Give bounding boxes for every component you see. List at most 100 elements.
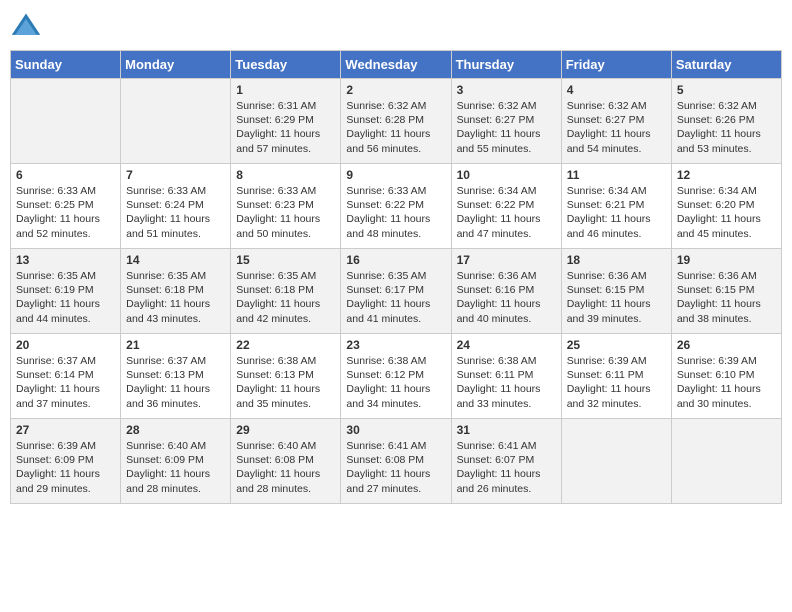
day-number: 4 xyxy=(567,83,666,97)
calendar-cell: 18 Sunrise: 6:36 AMSunset: 6:15 PMDayligh… xyxy=(561,249,671,334)
calendar-cell: 26Sunrise: 6:39 AMSunset: 6:10 PMDayligh… xyxy=(671,334,781,419)
calendar-cell: 4 Sunrise: 6:32 AMSunset: 6:27 PMDaylight… xyxy=(561,79,671,164)
cell-sun-info: Sunrise: 6:40 AMSunset: 6:08 PMDaylight:… xyxy=(236,439,335,496)
calendar-week-5: 27 Sunrise: 6:39 AMSunset: 6:09 PMDayligh… xyxy=(11,419,782,504)
calendar-cell: 20 Sunrise: 6:37 AMSunset: 6:14 PMDayligh… xyxy=(11,334,121,419)
cell-sun-info: Sunrise: 6:41 AMSunset: 6:08 PMDaylight:… xyxy=(346,439,445,496)
day-number: 5 xyxy=(677,83,776,97)
day-number: 20 xyxy=(16,338,115,352)
calendar-cell: 31Sunrise: 6:41 AMSunset: 6:07 PMDayligh… xyxy=(451,419,561,504)
calendar-cell: 19 Sunrise: 6:36 AMSunset: 6:15 PMDayligh… xyxy=(671,249,781,334)
day-number: 6 xyxy=(16,168,115,182)
day-number: 8 xyxy=(236,168,335,182)
day-number: 27 xyxy=(16,423,115,437)
day-number: 9 xyxy=(346,168,445,182)
day-number: 24 xyxy=(457,338,556,352)
day-number: 18 xyxy=(567,253,666,267)
cell-sun-info: Sunrise: 6:35 AMSunset: 6:19 PMDaylight:… xyxy=(16,269,115,326)
calendar-table: SundayMondayTuesdayWednesdayThursdayFrid… xyxy=(10,50,782,504)
cell-sun-info: Sunrise: 6:34 AMSunset: 6:20 PMDaylight:… xyxy=(677,184,776,241)
day-of-week-friday: Friday xyxy=(561,51,671,79)
day-number: 19 xyxy=(677,253,776,267)
day-number: 10 xyxy=(457,168,556,182)
day-number: 3 xyxy=(457,83,556,97)
day-number: 30 xyxy=(346,423,445,437)
day-number: 31 xyxy=(457,423,556,437)
calendar-week-1: 1Sunrise: 6:31 AMSunset: 6:29 PMDaylight… xyxy=(11,79,782,164)
day-number: 25 xyxy=(567,338,666,352)
cell-sun-info: Sunrise: 6:33 AMSunset: 6:23 PMDaylight:… xyxy=(236,184,335,241)
calendar-cell: 8 Sunrise: 6:33 AMSunset: 6:23 PMDaylight… xyxy=(231,164,341,249)
calendar-cell: 13 Sunrise: 6:35 AMSunset: 6:19 PMDayligh… xyxy=(11,249,121,334)
day-number: 23 xyxy=(346,338,445,352)
calendar-cell: 21Sunrise: 6:37 AMSunset: 6:13 PMDayligh… xyxy=(121,334,231,419)
calendar-cell: 22 Sunrise: 6:38 AMSunset: 6:13 PMDayligh… xyxy=(231,334,341,419)
calendar-cell: 14 Sunrise: 6:35 AMSunset: 6:18 PMDayligh… xyxy=(121,249,231,334)
cell-sun-info: Sunrise: 6:33 AMSunset: 6:22 PMDaylight:… xyxy=(346,184,445,241)
cell-sun-info: Sunrise: 6:35 AMSunset: 6:17 PMDaylight:… xyxy=(346,269,445,326)
day-number: 2 xyxy=(346,83,445,97)
calendar-cell: 16 Sunrise: 6:35 AMSunset: 6:17 PMDayligh… xyxy=(341,249,451,334)
calendar-week-2: 6 Sunrise: 6:33 AMSunset: 6:25 PMDaylight… xyxy=(11,164,782,249)
cell-sun-info: Sunrise: 6:37 AMSunset: 6:14 PMDaylight:… xyxy=(16,354,115,411)
cell-sun-info: Sunrise: 6:34 AMSunset: 6:22 PMDaylight:… xyxy=(457,184,556,241)
cell-sun-info: Sunrise: 6:36 AMSunset: 6:16 PMDaylight:… xyxy=(457,269,556,326)
day-of-week-tuesday: Tuesday xyxy=(231,51,341,79)
cell-sun-info: Sunrise: 6:33 AMSunset: 6:25 PMDaylight:… xyxy=(16,184,115,241)
calendar-cell: 30 Sunrise: 6:41 AMSunset: 6:08 PMDayligh… xyxy=(341,419,451,504)
day-number: 16 xyxy=(346,253,445,267)
calendar-cell: 12 Sunrise: 6:34 AMSunset: 6:20 PMDayligh… xyxy=(671,164,781,249)
page-header xyxy=(10,10,782,42)
logo-icon xyxy=(10,10,42,42)
day-of-week-saturday: Saturday xyxy=(671,51,781,79)
calendar-cell: 3 Sunrise: 6:32 AMSunset: 6:27 PMDaylight… xyxy=(451,79,561,164)
calendar-cell: 23 Sunrise: 6:38 AMSunset: 6:12 PMDayligh… xyxy=(341,334,451,419)
cell-sun-info: Sunrise: 6:35 AMSunset: 6:18 PMDaylight:… xyxy=(236,269,335,326)
calendar-cell: 10 Sunrise: 6:34 AMSunset: 6:22 PMDayligh… xyxy=(451,164,561,249)
day-number: 11 xyxy=(567,168,666,182)
calendar-header: SundayMondayTuesdayWednesdayThursdayFrid… xyxy=(11,51,782,79)
cell-sun-info: Sunrise: 6:38 AMSunset: 6:12 PMDaylight:… xyxy=(346,354,445,411)
cell-sun-info: Sunrise: 6:32 AMSunset: 6:27 PMDaylight:… xyxy=(457,99,556,156)
calendar-cell xyxy=(561,419,671,504)
cell-sun-info: Sunrise: 6:33 AMSunset: 6:24 PMDaylight:… xyxy=(126,184,225,241)
cell-sun-info: Sunrise: 6:39 AMSunset: 6:10 PMDaylight:… xyxy=(677,354,776,411)
day-number: 15 xyxy=(236,253,335,267)
calendar-cell: 29 Sunrise: 6:40 AMSunset: 6:08 PMDayligh… xyxy=(231,419,341,504)
day-number: 29 xyxy=(236,423,335,437)
calendar-week-4: 20 Sunrise: 6:37 AMSunset: 6:14 PMDayligh… xyxy=(11,334,782,419)
logo xyxy=(10,10,46,42)
cell-sun-info: Sunrise: 6:38 AMSunset: 6:11 PMDaylight:… xyxy=(457,354,556,411)
calendar-cell xyxy=(11,79,121,164)
calendar-cell xyxy=(671,419,781,504)
cell-sun-info: Sunrise: 6:35 AMSunset: 6:18 PMDaylight:… xyxy=(126,269,225,326)
cell-sun-info: Sunrise: 6:40 AMSunset: 6:09 PMDaylight:… xyxy=(126,439,225,496)
calendar-cell: 27 Sunrise: 6:39 AMSunset: 6:09 PMDayligh… xyxy=(11,419,121,504)
day-of-week-sunday: Sunday xyxy=(11,51,121,79)
day-number: 28 xyxy=(126,423,225,437)
day-number: 7 xyxy=(126,168,225,182)
calendar-cell: 5 Sunrise: 6:32 AMSunset: 6:26 PMDaylight… xyxy=(671,79,781,164)
day-number: 22 xyxy=(236,338,335,352)
day-of-week-wednesday: Wednesday xyxy=(341,51,451,79)
day-number: 13 xyxy=(16,253,115,267)
day-number: 17 xyxy=(457,253,556,267)
cell-sun-info: Sunrise: 6:38 AMSunset: 6:13 PMDaylight:… xyxy=(236,354,335,411)
calendar-cell: 11Sunrise: 6:34 AMSunset: 6:21 PMDayligh… xyxy=(561,164,671,249)
day-of-week-thursday: Thursday xyxy=(451,51,561,79)
cell-sun-info: Sunrise: 6:31 AMSunset: 6:29 PMDaylight:… xyxy=(236,99,335,156)
day-number: 12 xyxy=(677,168,776,182)
cell-sun-info: Sunrise: 6:39 AMSunset: 6:11 PMDaylight:… xyxy=(567,354,666,411)
calendar-cell: 17 Sunrise: 6:36 AMSunset: 6:16 PMDayligh… xyxy=(451,249,561,334)
day-number: 14 xyxy=(126,253,225,267)
calendar-cell: 15 Sunrise: 6:35 AMSunset: 6:18 PMDayligh… xyxy=(231,249,341,334)
cell-sun-info: Sunrise: 6:36 AMSunset: 6:15 PMDaylight:… xyxy=(567,269,666,326)
calendar-cell: 24 Sunrise: 6:38 AMSunset: 6:11 PMDayligh… xyxy=(451,334,561,419)
cell-sun-info: Sunrise: 6:32 AMSunset: 6:27 PMDaylight:… xyxy=(567,99,666,156)
calendar-cell: 1Sunrise: 6:31 AMSunset: 6:29 PMDaylight… xyxy=(231,79,341,164)
day-of-week-monday: Monday xyxy=(121,51,231,79)
cell-sun-info: Sunrise: 6:37 AMSunset: 6:13 PMDaylight:… xyxy=(126,354,225,411)
cell-sun-info: Sunrise: 6:39 AMSunset: 6:09 PMDaylight:… xyxy=(16,439,115,496)
cell-sun-info: Sunrise: 6:32 AMSunset: 6:26 PMDaylight:… xyxy=(677,99,776,156)
cell-sun-info: Sunrise: 6:36 AMSunset: 6:15 PMDaylight:… xyxy=(677,269,776,326)
